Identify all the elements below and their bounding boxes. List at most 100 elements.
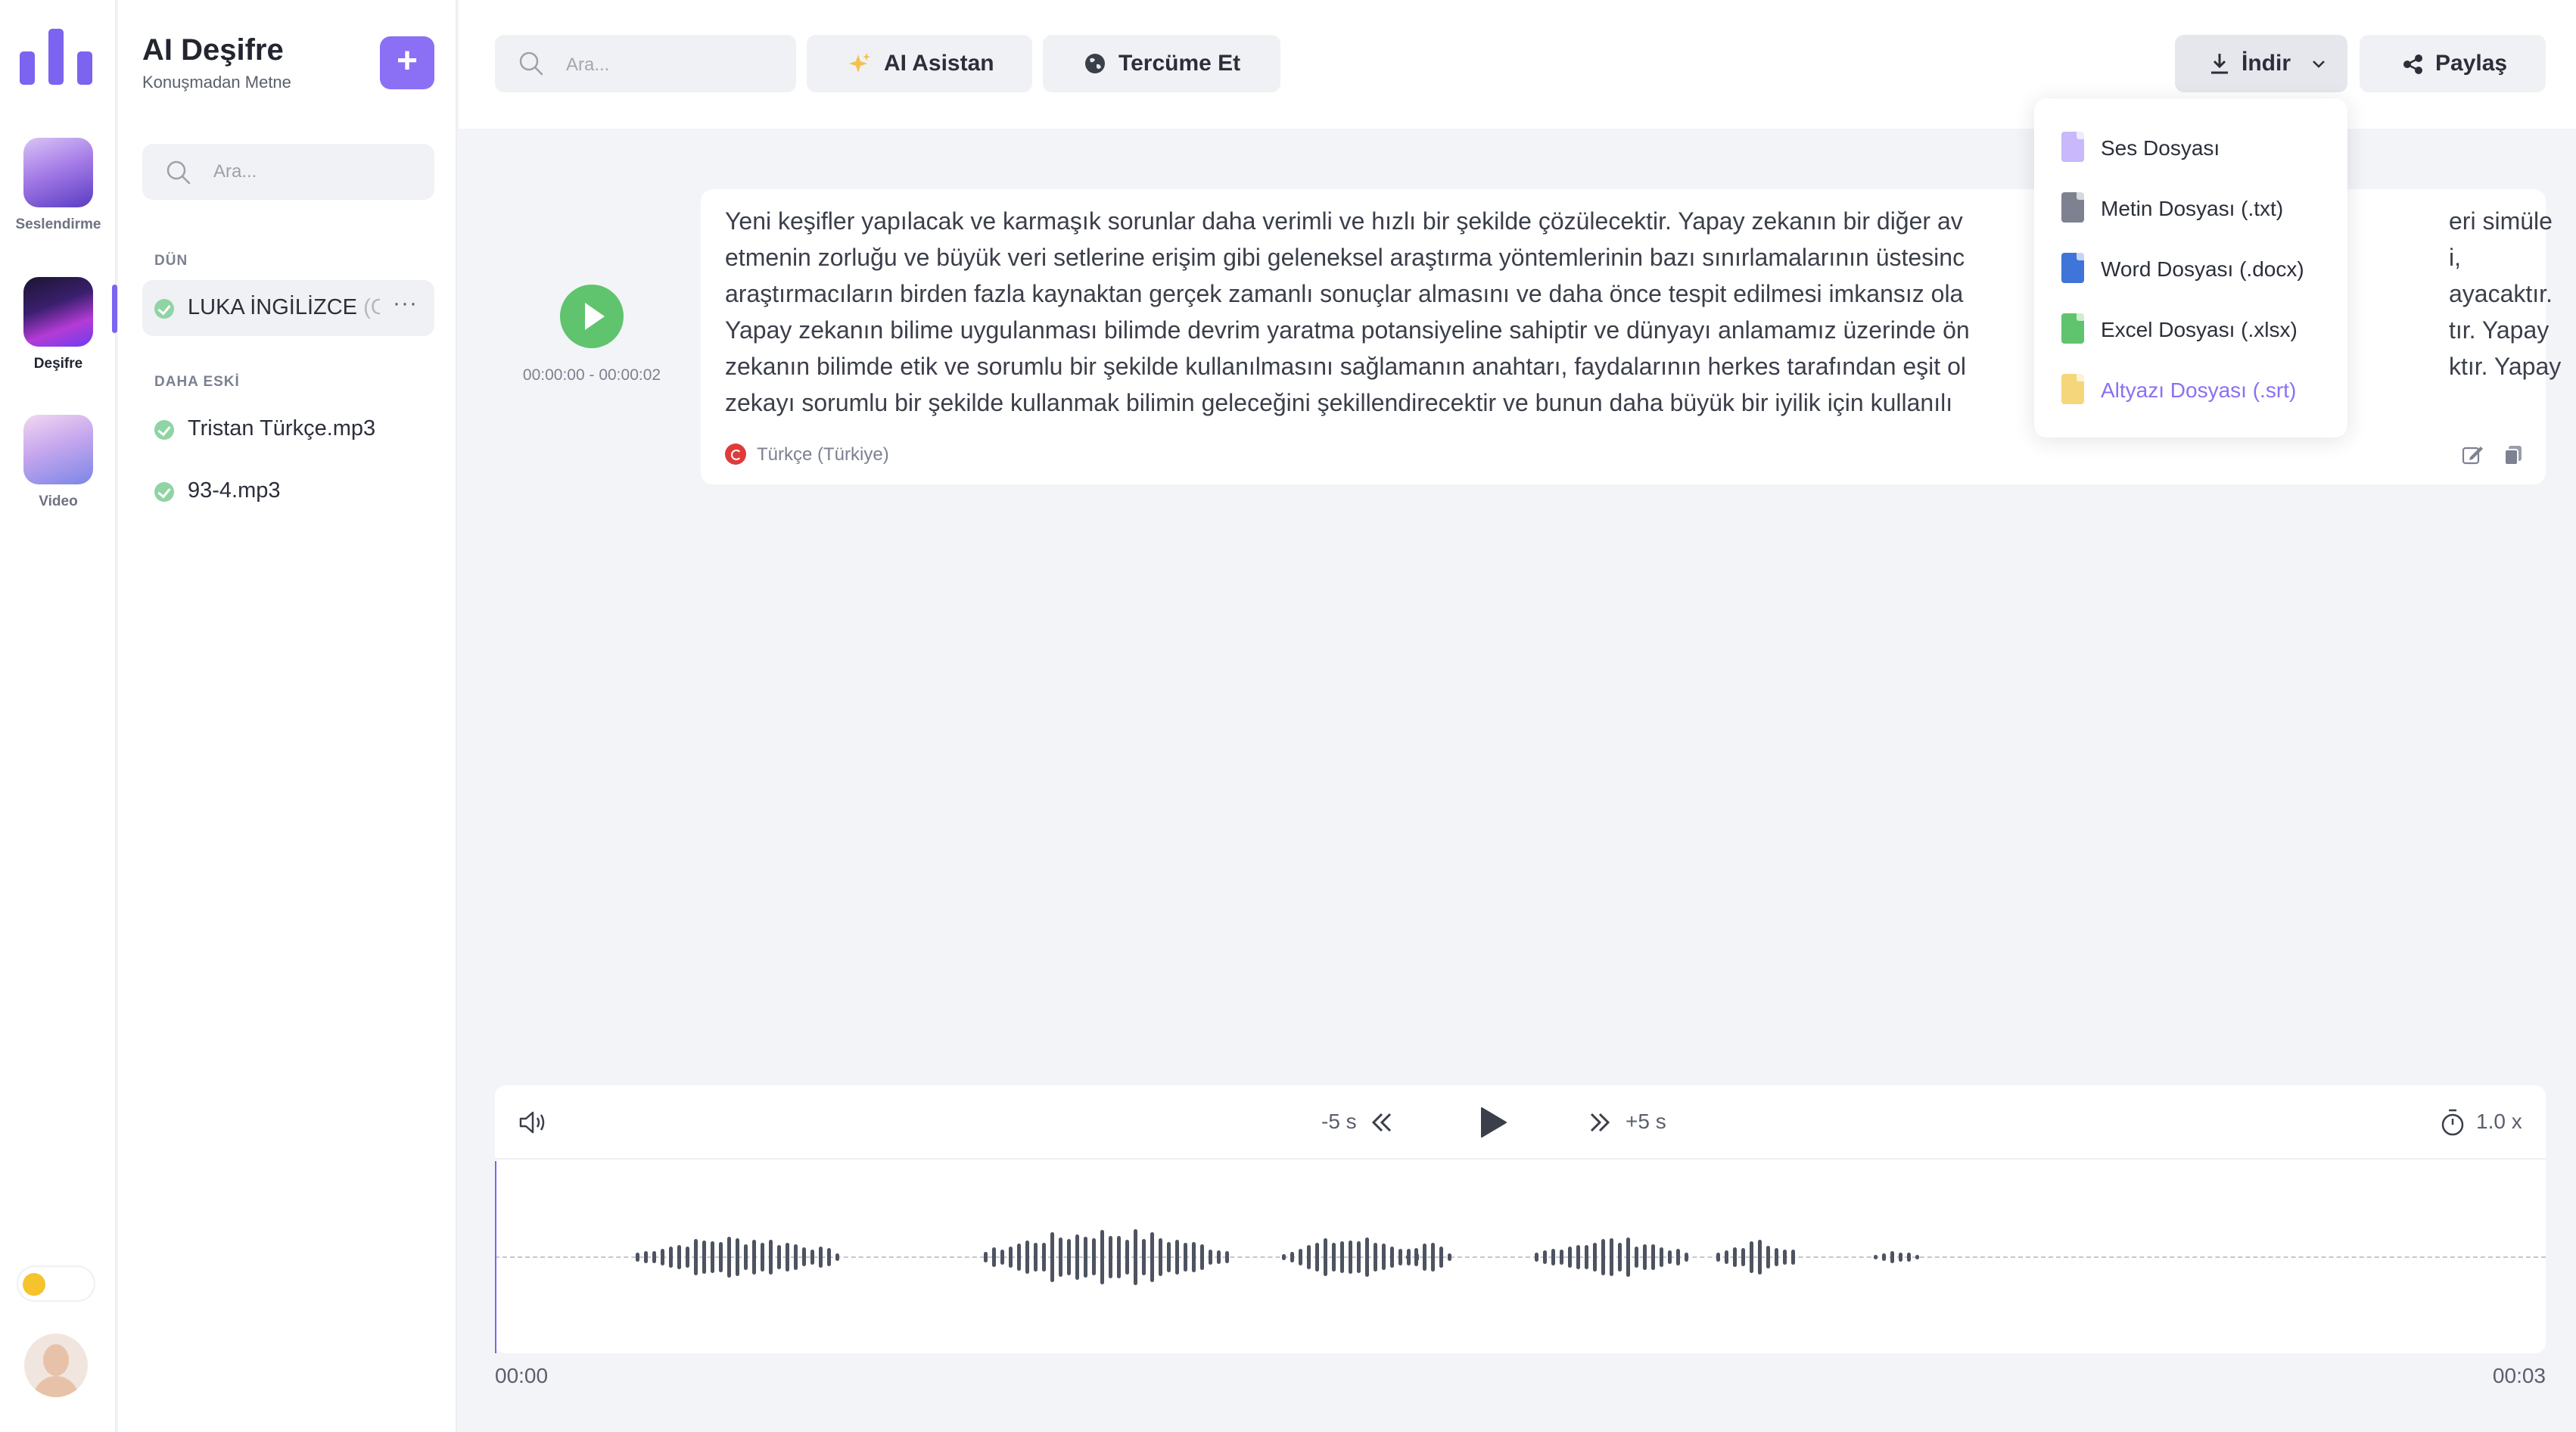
app-rail: Seslendirme Deşifre Video bbox=[0, 0, 117, 1432]
waveform-bar bbox=[984, 1251, 988, 1263]
waveform-bar bbox=[1551, 1248, 1555, 1266]
share-icon bbox=[2403, 54, 2422, 74]
download-option-txt[interactable]: Metin Dosyası (.txt) bbox=[2061, 186, 2334, 232]
waveform-bar bbox=[1100, 1230, 1104, 1284]
waveform-bar bbox=[636, 1253, 639, 1262]
search-icon bbox=[166, 160, 191, 185]
waveform-bar bbox=[1365, 1237, 1369, 1277]
waveform-bar bbox=[1307, 1244, 1311, 1270]
panel-search-input[interactable]: Ara... bbox=[142, 144, 434, 200]
waveform-bar bbox=[1374, 1242, 1377, 1272]
volume-icon[interactable] bbox=[518, 1110, 548, 1135]
waveform-bar bbox=[727, 1237, 731, 1278]
download-option-docx[interactable]: Word Dosyası (.docx) bbox=[2061, 247, 2334, 292]
files-panel: AI Deşifre Konuşmadan Metne + Ara... DÜN… bbox=[118, 0, 457, 1432]
file-name: 93-4.mp3 bbox=[188, 478, 281, 503]
waveform-bar bbox=[1439, 1247, 1443, 1268]
waveform-bar bbox=[835, 1253, 839, 1262]
waveform-bar bbox=[1332, 1243, 1336, 1272]
audio-player: -5 s +5 s 1.0 x bbox=[495, 1085, 2546, 1353]
waveform-bar bbox=[1034, 1242, 1038, 1272]
waveform-bar bbox=[1423, 1244, 1426, 1271]
waveform-bar bbox=[1766, 1245, 1770, 1269]
download-option-srt[interactable]: Altyazı Dosyası (.srt) bbox=[2061, 368, 2334, 413]
forward-icon[interactable] bbox=[1588, 1110, 1612, 1135]
waveform-bar bbox=[1159, 1237, 1162, 1277]
check-icon bbox=[154, 299, 174, 319]
waveform-bar bbox=[694, 1239, 698, 1275]
download-button[interactable]: İndir bbox=[2175, 35, 2347, 92]
file-item[interactable]: 93-4.mp3 bbox=[142, 463, 434, 519]
user-avatar[interactable] bbox=[24, 1334, 88, 1397]
rail-item-desifre[interactable]: Deşifre bbox=[0, 277, 117, 372]
waveform-bar bbox=[652, 1251, 656, 1263]
waveform-bar bbox=[702, 1241, 706, 1274]
waveform-bar bbox=[1009, 1246, 1013, 1269]
waveform-bar bbox=[769, 1239, 773, 1275]
waveform-bar bbox=[794, 1244, 798, 1271]
playhead[interactable] bbox=[495, 1161, 496, 1353]
waveform-bar bbox=[1601, 1239, 1605, 1275]
search-placeholder: Ara... bbox=[213, 161, 257, 182]
more-options-icon[interactable]: ··· bbox=[393, 291, 418, 316]
word-file-icon bbox=[2061, 253, 2084, 283]
speed-label[interactable]: 1.0 x bbox=[2476, 1110, 2522, 1134]
file-item[interactable]: LUKA İNGİLİZCE (G ··· bbox=[142, 280, 434, 336]
top-search-input[interactable]: Ara... bbox=[495, 35, 796, 92]
segment-play-button[interactable] bbox=[560, 285, 624, 348]
translate-button[interactable]: Tercüme Et bbox=[1043, 35, 1280, 92]
file-name: LUKA İNGİLİZCE (G bbox=[188, 295, 380, 319]
turkey-flag-icon bbox=[725, 444, 746, 465]
download-menu: Ses Dosyası Metin Dosyası (.txt) Word Do… bbox=[2034, 98, 2347, 437]
search-placeholder: Ara... bbox=[566, 54, 610, 75]
rail-item-video[interactable]: Video bbox=[0, 415, 117, 510]
waveform-bar bbox=[1899, 1253, 1902, 1262]
waveform-bar bbox=[1741, 1247, 1745, 1267]
timer-icon[interactable] bbox=[2440, 1108, 2466, 1137]
download-option-label: Word Dosyası (.docx) bbox=[2101, 257, 2304, 281]
copy-icon[interactable] bbox=[2502, 444, 2525, 470]
waveform-bar bbox=[1543, 1250, 1547, 1264]
waveform-bar bbox=[1357, 1241, 1361, 1274]
waveform-bar bbox=[711, 1241, 714, 1273]
waveform-bar bbox=[1167, 1241, 1171, 1273]
waveform[interactable] bbox=[495, 1161, 2546, 1353]
file-name: Tristan Türkçe.mp3 bbox=[188, 416, 376, 440]
waveform-bar bbox=[1340, 1241, 1344, 1274]
waveform-bar bbox=[1660, 1247, 1663, 1268]
waveform-bar bbox=[1676, 1248, 1680, 1266]
transcript-tails: eri simüle i, ayacaktır. tır. Yapay ktır… bbox=[2449, 203, 2561, 384]
segment-timecode: 00:00:00 - 00:00:02 bbox=[522, 366, 661, 384]
theme-toggle[interactable] bbox=[17, 1265, 95, 1302]
waveform-bar bbox=[1733, 1247, 1737, 1267]
download-option-xlsx[interactable]: Excel Dosyası (.xlsx) bbox=[2061, 307, 2334, 353]
language-label: Türkçe (Türkiye) bbox=[725, 444, 889, 465]
waveform-bar bbox=[1585, 1244, 1588, 1270]
add-file-button[interactable]: + bbox=[380, 36, 434, 89]
panel-subtitle: Konuşmadan Metne bbox=[142, 73, 291, 92]
waveform-bar bbox=[1084, 1236, 1087, 1278]
ai-assistant-button[interactable]: AI Asistan bbox=[807, 35, 1032, 92]
time-end: 00:03 bbox=[2492, 1364, 2546, 1387]
excel-file-icon bbox=[2061, 313, 2084, 344]
transcript-tail: ayacaktır. bbox=[2449, 280, 2553, 307]
download-option-audio[interactable]: Ses Dosyası bbox=[2061, 126, 2334, 171]
share-button[interactable]: Paylaş bbox=[2360, 35, 2546, 92]
download-option-label: Altyazı Dosyası (.srt) bbox=[2101, 378, 2297, 402]
waveform-bar bbox=[1315, 1243, 1319, 1272]
waveform-bar bbox=[1092, 1238, 1096, 1276]
waveform-bar bbox=[1134, 1229, 1137, 1285]
transcript-tail: tır. Yapay bbox=[2449, 316, 2550, 344]
edit-icon[interactable] bbox=[2461, 444, 2484, 470]
rewind-icon[interactable] bbox=[1370, 1110, 1394, 1135]
play-icon[interactable] bbox=[1476, 1105, 1509, 1140]
waveform-bar bbox=[744, 1244, 748, 1271]
transcribe-icon bbox=[23, 277, 93, 347]
file-item[interactable]: Tristan Türkçe.mp3 bbox=[142, 401, 434, 457]
waveform-bar bbox=[1635, 1246, 1638, 1269]
waveform-bar bbox=[1882, 1253, 1886, 1262]
rail-active-indicator bbox=[112, 285, 117, 333]
waveform-bar bbox=[1890, 1250, 1894, 1264]
globe-icon bbox=[1085, 54, 1105, 73]
rail-item-seslendirme[interactable]: Seslendirme bbox=[0, 138, 117, 233]
